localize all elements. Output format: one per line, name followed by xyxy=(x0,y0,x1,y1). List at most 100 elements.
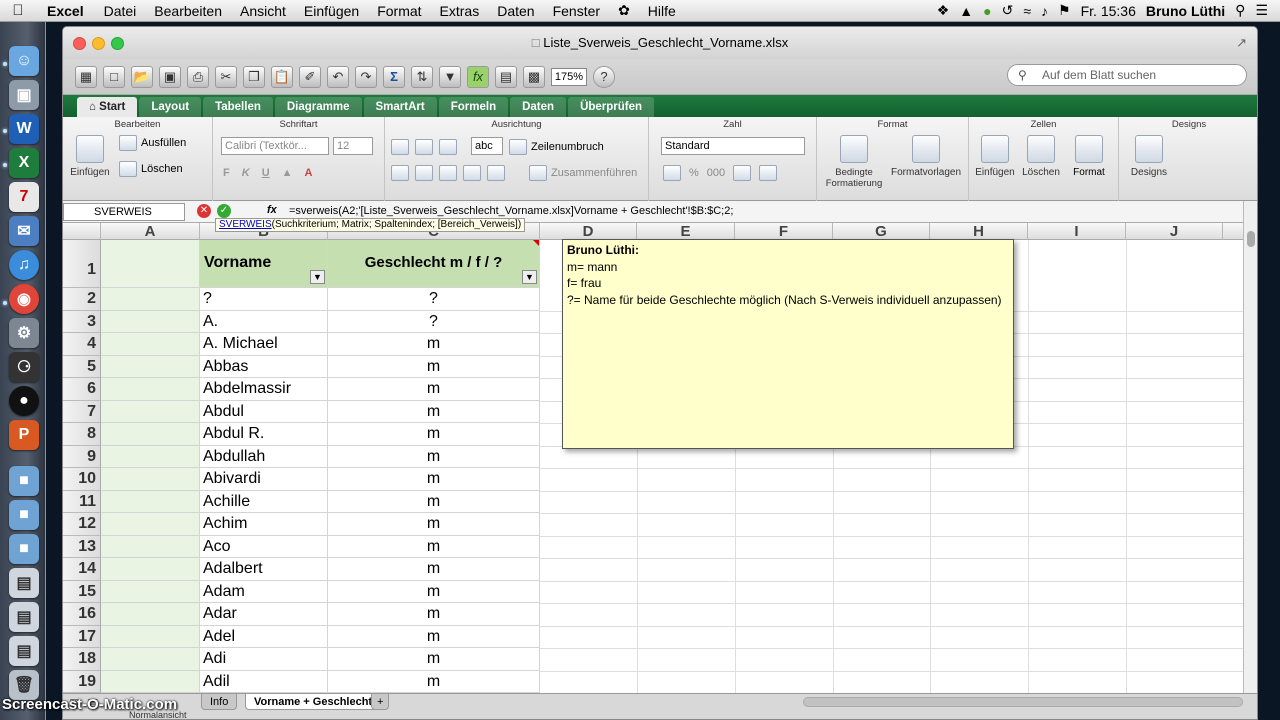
open-icon[interactable]: 📂 xyxy=(131,65,153,88)
sort-icon[interactable]: ⇅ xyxy=(411,65,433,88)
row-header[interactable]: 6 xyxy=(63,378,101,401)
align-middle-icon[interactable] xyxy=(415,139,433,155)
menu-ansicht[interactable]: Ansicht xyxy=(231,3,295,19)
column-header-i[interactable]: I xyxy=(1028,223,1126,240)
row-header[interactable]: 15 xyxy=(63,580,101,603)
undo-icon[interactable]: ↶ xyxy=(327,65,349,88)
clock[interactable]: Fr. 15:36 xyxy=(1081,3,1136,19)
thousands-button[interactable]: 000 xyxy=(707,167,725,179)
accept-formula-icon[interactable]: ✓ xyxy=(217,204,231,218)
wifi-icon[interactable]: ≈ xyxy=(1023,3,1031,19)
stack-icon[interactable]: ▤ xyxy=(9,568,39,598)
apple-icon[interactable]:  xyxy=(0,2,36,19)
column-header-h[interactable]: H xyxy=(930,223,1028,240)
cell-vorname[interactable]: Abbas xyxy=(200,355,328,378)
column-header-f[interactable]: F xyxy=(735,223,833,240)
italic-button[interactable]: K xyxy=(242,167,250,179)
row-header[interactable]: 17 xyxy=(63,625,101,648)
formula-input[interactable]: =sverweis(A2;'[Liste_Sverweis_Geschlecht… xyxy=(289,203,733,219)
cell-c1[interactable]: Geschlecht m / f / ? ▼ xyxy=(328,240,540,288)
clear-button[interactable]: Löschen xyxy=(119,161,183,177)
zoom-button[interactable] xyxy=(111,37,124,50)
horizontal-scrollbar[interactable] xyxy=(803,697,1243,707)
tab-smartart[interactable]: SmartArt xyxy=(363,97,437,117)
conditional-formatting-button[interactable]: Bedingte Formatierung xyxy=(819,135,889,189)
cell-b1[interactable]: Vorname ▼ xyxy=(200,240,328,288)
cell-a[interactable] xyxy=(101,580,200,603)
format-painter-icon[interactable]: ✐ xyxy=(299,65,321,88)
cell-a[interactable] xyxy=(101,445,200,468)
tab-diagramme[interactable]: Diagramme xyxy=(274,97,362,117)
formula-builder-icon[interactable]: fx xyxy=(467,65,489,88)
function-tooltip[interactable]: SVERWEIS(Suchkriterium; Matrix; Spalteni… xyxy=(215,218,526,232)
indent-decrease-icon[interactable] xyxy=(463,165,481,181)
screencast-icon[interactable]: ● xyxy=(9,386,39,416)
row-header-1[interactable]: 1 xyxy=(63,240,101,288)
cell-geschlecht[interactable]: m xyxy=(328,490,540,513)
row-header[interactable]: 13 xyxy=(63,535,101,558)
finder-icon[interactable]: ☺ xyxy=(9,46,39,76)
menu-fenster[interactable]: Fenster xyxy=(544,3,609,19)
column-header-j[interactable]: J xyxy=(1126,223,1223,240)
cell-a[interactable] xyxy=(101,490,200,513)
user-name[interactable]: Bruno Lüthi xyxy=(1146,3,1225,19)
cell-geschlecht[interactable]: m xyxy=(328,378,540,401)
menu-einfuegen[interactable]: Einfügen xyxy=(295,3,368,19)
cell-vorname[interactable]: A. Michael xyxy=(200,333,328,356)
cell-geschlecht[interactable]: m xyxy=(328,648,540,671)
underline-button[interactable]: U xyxy=(262,167,270,179)
drive-icon[interactable]: ▲ xyxy=(959,3,973,19)
cell-a[interactable] xyxy=(101,378,200,401)
paste-icon[interactable]: 📋 xyxy=(271,65,293,88)
name-box[interactable]: SVERWEIS xyxy=(63,203,185,221)
new-from-template-icon[interactable]: ▦ xyxy=(75,65,97,88)
align-right-icon[interactable] xyxy=(439,165,457,181)
cell-geschlecht[interactable]: m xyxy=(328,580,540,603)
row-header[interactable]: 5 xyxy=(63,355,101,378)
fullscreen-icon[interactable]: ↗ xyxy=(1236,27,1247,59)
zoom-field[interactable]: 175% xyxy=(551,67,587,86)
font-dropdown[interactable]: Calibri (Textkör... xyxy=(221,137,329,155)
cell-vorname[interactable]: Abivardi xyxy=(200,468,328,491)
cell-vorname[interactable]: Adar xyxy=(200,603,328,626)
increase-decimal-icon[interactable] xyxy=(733,165,752,181)
sheet-search-input[interactable]: ⚲ Auf dem Blatt suchen xyxy=(1007,64,1247,86)
cell-a[interactable] xyxy=(101,648,200,671)
column-header-d[interactable]: D xyxy=(540,223,637,240)
bold-button[interactable]: F xyxy=(223,167,230,179)
decrease-decimal-icon[interactable] xyxy=(759,165,778,181)
time-machine-icon[interactable]: ↺ xyxy=(1002,2,1014,19)
cell-vorname[interactable]: A. xyxy=(200,310,328,333)
preview-icon[interactable]: ▣ xyxy=(9,80,39,110)
row-header[interactable]: 12 xyxy=(63,513,101,536)
sheet-tab-vorname-geschlecht[interactable]: Vorname + Geschlecht xyxy=(245,694,382,710)
cell-a[interactable] xyxy=(101,468,200,491)
cell-a1[interactable] xyxy=(101,240,200,288)
cell-geschlecht[interactable]: m xyxy=(328,333,540,356)
tab-ueberpruefen[interactable]: Überprüfen xyxy=(568,97,655,117)
select-all-corner[interactable] xyxy=(63,223,101,240)
cell-vorname[interactable]: Achim xyxy=(200,513,328,536)
cell-geschlecht[interactable]: m xyxy=(328,468,540,491)
itunes-icon[interactable]: ♫ xyxy=(9,250,39,280)
tab-daten[interactable]: Daten xyxy=(510,97,567,117)
cell-geschlecht[interactable]: m xyxy=(328,558,540,581)
cell-a[interactable] xyxy=(101,333,200,356)
filter-dropdown-icon[interactable]: ▼ xyxy=(310,270,325,284)
script-icon[interactable]: ✿ xyxy=(609,2,639,19)
notification-icon[interactable]: ☰ xyxy=(1255,2,1268,19)
format-cells-button[interactable]: Format xyxy=(1059,135,1119,178)
column-header-g[interactable]: G xyxy=(833,223,930,240)
align-bottom-icon[interactable] xyxy=(439,139,457,155)
indent-increase-icon[interactable] xyxy=(487,165,505,181)
system-preferences-icon[interactable]: ⚙ xyxy=(9,318,39,348)
font-size-dropdown[interactable]: 12 xyxy=(333,137,373,155)
screenshot-icon[interactable]: ⚆ xyxy=(9,352,39,382)
cell-geschlecht[interactable]: ? xyxy=(328,288,540,311)
cell-vorname[interactable]: ? xyxy=(200,288,328,311)
cell-comment[interactable]: Bruno Lüthi: m= mann f= frau ?= Name für… xyxy=(562,239,1014,449)
cell-a[interactable] xyxy=(101,288,200,311)
chrome-icon[interactable]: ◉ xyxy=(9,284,39,314)
flag-icon[interactable]: ⚑ xyxy=(1058,2,1071,19)
cell-vorname[interactable]: Achille xyxy=(200,490,328,513)
